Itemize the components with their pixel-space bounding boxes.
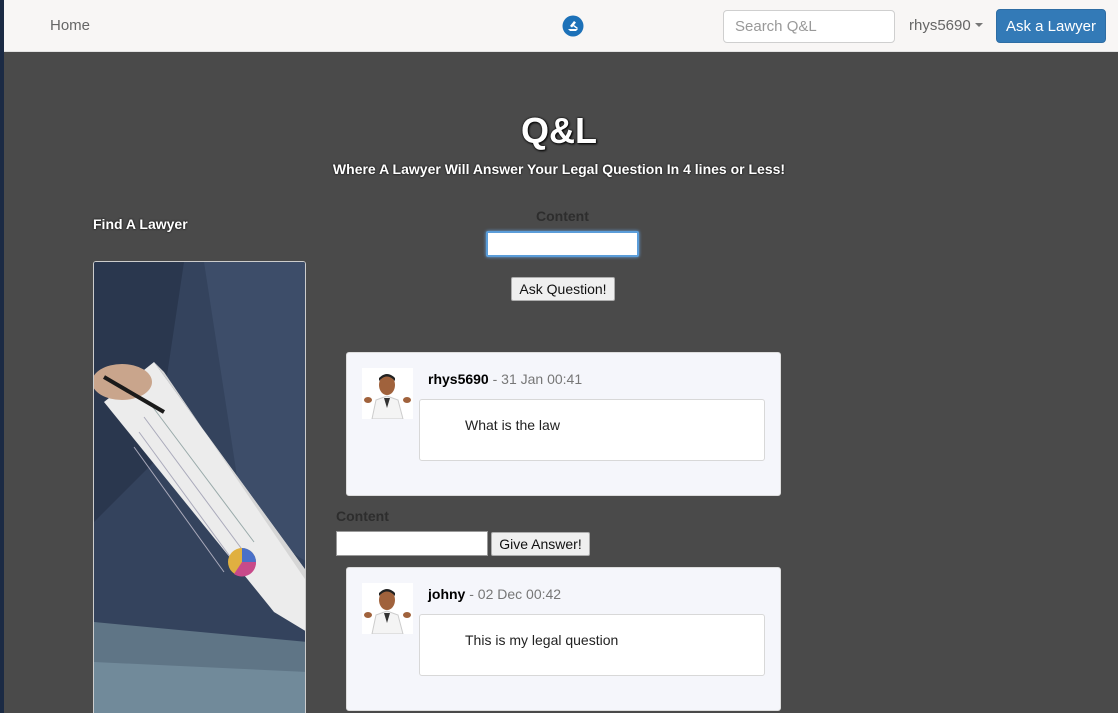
post-username[interactable]: rhys5690 <box>428 371 489 387</box>
post-body: This is my legal question <box>419 614 765 676</box>
post-text: This is my legal question <box>465 632 619 648</box>
give-answer-button[interactable]: Give Answer! <box>491 532 590 556</box>
user-dropdown[interactable]: rhys5690 <box>909 17 983 34</box>
lawyer-photo-illustration <box>94 262 305 713</box>
nav-home-link[interactable]: Home <box>50 17 90 34</box>
avatar <box>362 583 413 634</box>
question-content-input[interactable] <box>486 231 639 257</box>
post-meta: johny - 02 Dec 00:42 <box>428 586 561 602</box>
search-input[interactable] <box>723 10 895 43</box>
page-subtitle: Where A Lawyer Will Answer Your Legal Qu… <box>332 161 786 177</box>
post-username[interactable]: johny <box>428 586 465 602</box>
question-card: johny - 02 Dec 00:42 This is my legal qu… <box>346 567 781 711</box>
page: Home rhys5690 Ask a Lawyer Q&L Where A L… <box>4 0 1118 713</box>
post-meta: rhys5690 - 31 Jan 00:41 <box>428 371 582 387</box>
question-card: rhys5690 - 31 Jan 00:41 What is the law <box>346 352 781 496</box>
answer-content-label: Content <box>336 508 389 524</box>
post-text: What is the law <box>465 417 560 433</box>
caret-down-icon <box>974 23 983 27</box>
post-timestamp: 31 Jan 00:41 <box>501 371 583 387</box>
lawyer-image[interactable] <box>93 261 306 713</box>
post-separator: - <box>488 371 502 387</box>
post-timestamp: 02 Dec 00:42 <box>477 586 562 602</box>
find-lawyer-heading: Find A Lawyer <box>93 216 188 232</box>
page-title: Q&L <box>521 110 597 151</box>
answer-content-input[interactable] <box>336 531 488 556</box>
navbar: Home rhys5690 Ask a Lawyer <box>4 0 1118 52</box>
post-body: What is the law <box>419 399 765 461</box>
avatar <box>362 368 413 419</box>
question-content-label: Content <box>536 208 589 224</box>
user-name: rhys5690 <box>909 17 971 34</box>
ask-lawyer-button[interactable]: Ask a Lawyer <box>996 9 1106 43</box>
ask-question-button[interactable]: Ask Question! <box>511 277 615 301</box>
gavel-logo-icon[interactable] <box>562 15 584 37</box>
post-separator: - <box>465 586 478 602</box>
